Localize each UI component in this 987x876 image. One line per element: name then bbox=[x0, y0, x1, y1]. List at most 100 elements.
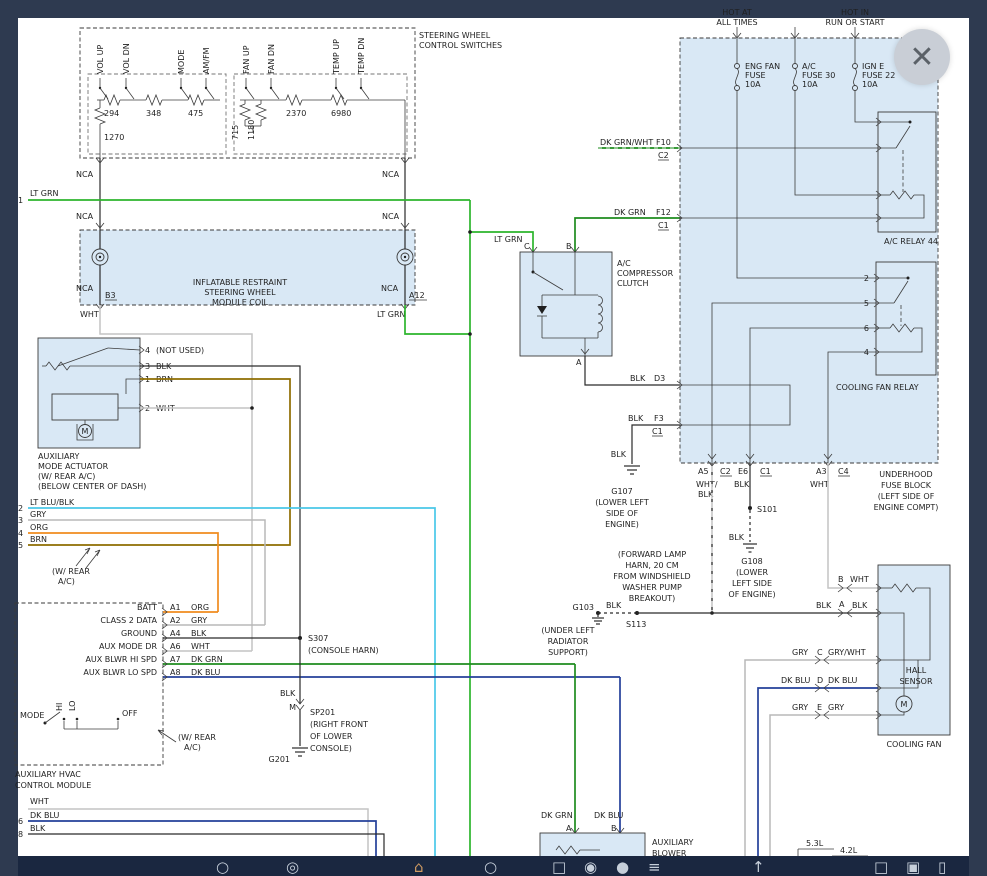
wire-color-label: BLK bbox=[729, 533, 745, 542]
search-icon[interactable]: ○ bbox=[484, 857, 497, 876]
resistor-value: 1180 bbox=[247, 120, 256, 140]
motor-symbol-label: M bbox=[901, 700, 908, 709]
splice-label: S307 bbox=[308, 634, 328, 643]
terminal-id: E6 bbox=[738, 467, 748, 476]
annotation: A/C) bbox=[58, 577, 75, 586]
splice-label: S113 bbox=[626, 620, 646, 629]
pin-name: CLASS 2 DATA bbox=[100, 616, 157, 625]
power-source-label: ALL TIMES bbox=[716, 18, 757, 27]
fuse-label: FUSE 22 bbox=[862, 71, 895, 80]
pin-id: A7 bbox=[170, 655, 181, 664]
component-title: STEERING WHEEL bbox=[204, 288, 276, 297]
pin-label: B bbox=[611, 824, 617, 833]
wire-color-label: LT BLU/BLK bbox=[30, 498, 75, 507]
pin-label: A bbox=[576, 358, 582, 367]
resistor-value: 294 bbox=[104, 109, 119, 118]
power-source-label: HOT AT bbox=[722, 8, 752, 17]
circuit-number: 3 bbox=[18, 516, 23, 525]
connector-id: C4 bbox=[838, 467, 849, 476]
pin-id: A1 bbox=[170, 603, 181, 612]
fuse-label: FUSE 30 bbox=[802, 71, 835, 80]
fuse-label: IGN E bbox=[862, 62, 884, 71]
component-caption: (W/ REAR A/C) bbox=[38, 472, 95, 481]
component-caption: (BELOW CENTER OF DASH) bbox=[38, 482, 146, 491]
wire-color-label: DK GRN bbox=[614, 208, 646, 217]
wire-color-label: WHT bbox=[30, 797, 49, 806]
pin-number: 4 bbox=[145, 346, 150, 355]
notification-icon[interactable]: ● bbox=[616, 857, 629, 876]
circuit-number: 4 bbox=[18, 529, 23, 538]
fuse-label: 10A bbox=[862, 80, 878, 89]
wire-color-label: BRN bbox=[30, 535, 47, 544]
connector-id: C1 bbox=[760, 467, 771, 476]
connector-label: M bbox=[289, 703, 296, 712]
wire-color-label: GRY bbox=[828, 703, 844, 712]
annotation: (FORWARD LAMP bbox=[618, 550, 686, 559]
ground-label: SUPPORT) bbox=[548, 648, 588, 657]
circuit-number: 2 bbox=[18, 504, 23, 513]
component-title: MODULE COIL bbox=[212, 298, 269, 307]
power-source-label: RUN OR START bbox=[825, 18, 884, 27]
annotation: (W/ REAR bbox=[178, 733, 216, 742]
ground-label: (LOWER bbox=[736, 568, 769, 577]
ground-label: LEFT SIDE bbox=[732, 579, 772, 588]
nca-label: NCA bbox=[76, 284, 94, 293]
home-icon[interactable]: ⌂ bbox=[414, 857, 424, 876]
fuse-label: 10A bbox=[745, 80, 761, 89]
component-title: A/C bbox=[617, 259, 631, 268]
record-icon[interactable]: ◉ bbox=[584, 857, 597, 876]
battery-icon[interactable]: ▯ bbox=[938, 857, 946, 876]
resistor-value: 6980 bbox=[331, 109, 351, 118]
fuse-label: 10A bbox=[802, 80, 818, 89]
wire-color-label: ORG bbox=[30, 523, 48, 532]
resistor-value: 348 bbox=[146, 109, 161, 118]
component-caption: FUSE BLOCK bbox=[881, 481, 932, 490]
component-caption: (LEFT SIDE OF bbox=[878, 492, 935, 501]
ground-label: SIDE OF bbox=[606, 509, 638, 518]
menu-icon[interactable]: ≡ bbox=[648, 857, 661, 876]
pin-label: A bbox=[566, 824, 572, 833]
wire-color-label: DK BLU bbox=[828, 676, 857, 685]
terminal-id: A3 bbox=[816, 467, 827, 476]
component-title: SENSOR bbox=[899, 677, 932, 686]
wire-color-label: LT GRN bbox=[30, 189, 59, 198]
pin-name: GROUND bbox=[121, 629, 157, 638]
target-icon[interactable]: ◎ bbox=[286, 857, 299, 876]
wire-color-label: WHT bbox=[810, 480, 829, 489]
wire-color-label: BLK bbox=[280, 689, 296, 698]
wire-color-label: BLK bbox=[611, 450, 627, 459]
switch-label: AM/FM bbox=[202, 47, 211, 74]
switch-label: VOL UP bbox=[96, 45, 105, 74]
component-caption: COOLING FAN bbox=[886, 740, 941, 749]
relay-pin-number: 5 bbox=[864, 299, 869, 308]
pin-id: A6 bbox=[170, 642, 181, 651]
resistor-value: 715 bbox=[231, 125, 240, 140]
connector-id: C2 bbox=[658, 151, 669, 160]
close-button[interactable]: ✕ bbox=[894, 29, 950, 85]
switch-label: FAN UP bbox=[242, 45, 251, 74]
pin-name: BATT bbox=[137, 603, 157, 612]
circuit-number: 5 bbox=[18, 541, 23, 550]
wire-color-label: DK BLU bbox=[30, 811, 59, 820]
annotation: A/C) bbox=[184, 743, 201, 752]
tab-icon[interactable]: □ bbox=[874, 857, 888, 876]
pin-label: B3 bbox=[105, 291, 116, 300]
relay-pin-number: 2 bbox=[864, 274, 869, 283]
wire-color-label: DK GRN/WHT bbox=[600, 138, 653, 147]
share-icon[interactable]: ↑ bbox=[752, 857, 765, 876]
pin-label: D bbox=[817, 676, 823, 685]
ground-label: OF ENGINE) bbox=[728, 590, 775, 599]
terminal-id: F3 bbox=[654, 414, 664, 423]
engine-label: 5.3L bbox=[806, 839, 824, 848]
switch-label: MODE bbox=[177, 50, 186, 74]
motor-symbol-label: M bbox=[82, 427, 89, 436]
fuse-label: FUSE bbox=[745, 71, 766, 80]
wire-color-label: GRY bbox=[792, 703, 808, 712]
wire-color-label: WHT bbox=[191, 642, 210, 651]
wire-color-label: WHT bbox=[80, 310, 99, 319]
grid-icon[interactable]: ▣ bbox=[906, 857, 920, 876]
pin-label: C bbox=[817, 648, 823, 657]
circle-icon[interactable]: ○ bbox=[216, 857, 229, 876]
pin-name: AUX BLWR HI SPD bbox=[85, 655, 157, 664]
window-icon[interactable]: □ bbox=[552, 857, 566, 876]
